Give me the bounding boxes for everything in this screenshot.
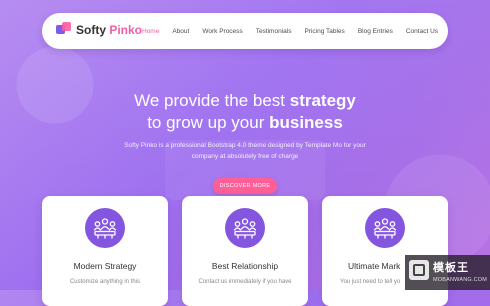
card-title: Modern Strategy	[73, 261, 137, 271]
nav-testimonials[interactable]: Testimonials	[256, 28, 292, 35]
nav-about[interactable]: About	[172, 28, 189, 35]
logo-icon	[56, 22, 72, 38]
hero-subtitle-line2: company at absolutely free of charge	[191, 153, 299, 160]
hero-title-line2-bold: business	[269, 113, 343, 133]
watermark-site-text: MOBANWANG.COM	[433, 277, 488, 283]
hero-subtitle-line1: Softy Pinko is a professional Bootstrap …	[124, 142, 366, 149]
watermark: 模板王 MOBANWANG.COM	[405, 255, 490, 290]
nav-home[interactable]: Home	[142, 28, 159, 35]
card-text: Contact us immediately if you have	[198, 279, 292, 285]
hero-title: We provide the best strategy to grow up …	[0, 90, 490, 134]
hero-title-line1-bold: strategy	[289, 91, 356, 111]
main-nav: Home About Work Process Testimonials Pri…	[142, 13, 451, 49]
team-icon	[365, 208, 405, 248]
nav-blog-entries[interactable]: Blog Entries	[358, 28, 393, 35]
card-text: Customize anything in this	[69, 279, 141, 285]
hero-title-line1: We provide the best	[134, 91, 290, 111]
nav-contact-us[interactable]: Contact Us	[406, 28, 438, 35]
card-title: Best Relationship	[211, 261, 279, 271]
brand-name: Softy Pinko	[76, 23, 142, 37]
watermark-chinese-text: 模板王	[433, 262, 469, 274]
brand-logo[interactable]: Softy Pinko	[56, 22, 142, 38]
nav-work-process[interactable]: Work Process	[202, 28, 242, 35]
nav-pricing-tables[interactable]: Pricing Tables	[304, 28, 344, 35]
navbar: Softy Pinko Home About Work Process Test…	[42, 13, 448, 49]
discover-more-button[interactable]: DISCOVER MORE	[213, 178, 277, 194]
brand-name-first: Softy	[76, 23, 110, 37]
team-icon	[85, 208, 125, 248]
hero-title-line2: to grow up your	[147, 113, 270, 133]
brand-name-second: Pinko	[109, 23, 143, 37]
watermark-seal-icon	[409, 260, 429, 280]
team-icon	[225, 208, 265, 248]
hero-subtitle: Softy Pinko is a professional Bootstrap …	[110, 140, 380, 162]
